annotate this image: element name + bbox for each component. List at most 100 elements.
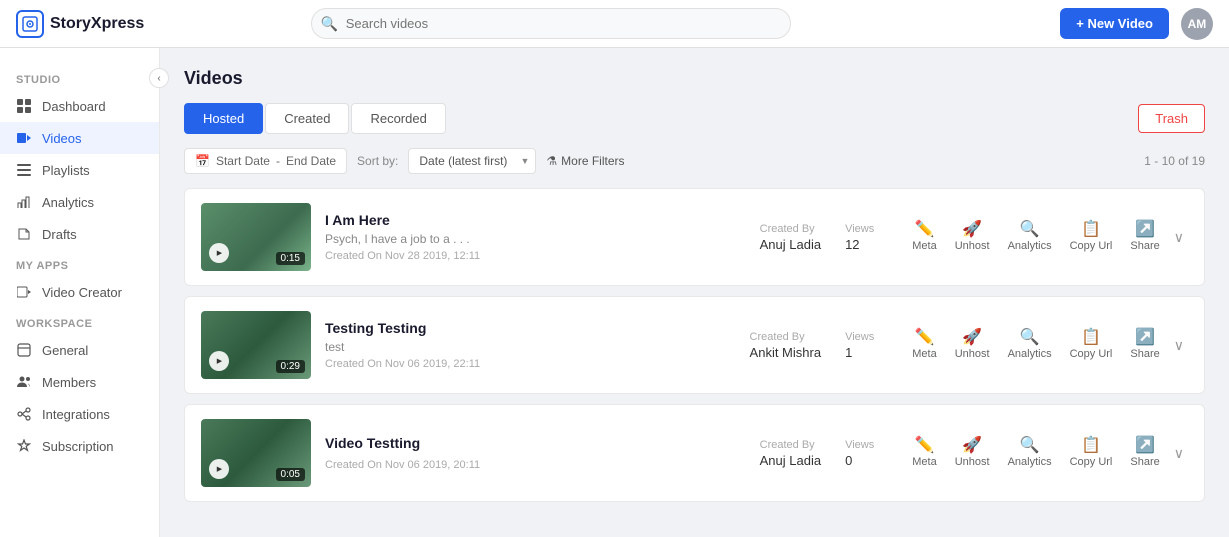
sidebar-dashboard-label: Dashboard [42, 99, 106, 114]
views-value: 0 [845, 453, 874, 468]
more-filters-button[interactable]: ⚗ More Filters [546, 154, 624, 168]
expand-button[interactable]: ∨ [1170, 225, 1188, 250]
sidebar-playlists-label: Playlists [42, 163, 90, 178]
sidebar-section-workspace: Workspace [0, 308, 159, 334]
play-button[interactable] [209, 351, 229, 371]
topnav-right: + New Video AM [1060, 8, 1213, 40]
views-value: 12 [845, 237, 874, 252]
video-card: 0:05 Video Testting Created On Nov 06 20… [184, 404, 1205, 502]
sidebar-subscription-label: Subscription [42, 439, 114, 454]
share-label: Share [1130, 456, 1159, 468]
search-icon: 🔍 [321, 15, 338, 32]
analytics-icon [16, 194, 32, 210]
unhost-button[interactable]: 🚀 Unhost [947, 434, 998, 472]
grid-icon [16, 98, 32, 114]
members-icon [16, 374, 32, 390]
unhost-button[interactable]: 🚀 Unhost [947, 218, 998, 256]
play-button[interactable] [209, 243, 229, 263]
expand-button[interactable]: ∨ [1170, 441, 1188, 466]
creator-icon [16, 284, 32, 300]
calendar-icon: 📅 [195, 154, 210, 168]
expand-button[interactable]: ∨ [1170, 333, 1188, 358]
video-created-date: Created On Nov 06 2019, 20:11 [325, 459, 726, 471]
trash-button[interactable]: Trash [1138, 104, 1205, 133]
analytics-btn-icon: 🔍 [1020, 222, 1040, 238]
unhost-label: Unhost [955, 348, 990, 360]
share-label: Share [1130, 240, 1159, 252]
sidebar-item-integrations[interactable]: Integrations [0, 398, 159, 430]
share-icon: ↗️ [1135, 330, 1155, 346]
search-input[interactable] [311, 8, 791, 39]
layout: ‹ Studio Dashboard Videos Playlists Anal… [0, 48, 1229, 537]
analytics-button[interactable]: 🔍 Analytics [1000, 434, 1060, 472]
sidebar-item-analytics[interactable]: Analytics [0, 186, 159, 218]
tab-created[interactable]: Created [265, 103, 349, 134]
sidebar-item-playlists[interactable]: Playlists [0, 154, 159, 186]
sidebar-analytics-label: Analytics [42, 195, 94, 210]
unhost-icon: 🚀 [962, 330, 982, 346]
analytics-label: Analytics [1008, 348, 1052, 360]
unhost-label: Unhost [955, 240, 990, 252]
sidebar-item-videos[interactable]: Videos [0, 122, 159, 154]
stat-created-by: Created By Ankit Mishra [750, 331, 822, 360]
new-video-button[interactable]: + New Video [1060, 8, 1169, 39]
unhost-label: Unhost [955, 456, 990, 468]
analytics-button[interactable]: 🔍 Analytics [1000, 326, 1060, 364]
page-title: Videos [184, 68, 1205, 89]
video-title: Video Testting [325, 435, 726, 451]
share-button[interactable]: ↗️ Share [1122, 434, 1167, 472]
unhost-button[interactable]: 🚀 Unhost [947, 326, 998, 364]
views-label: Views [845, 223, 874, 235]
created-by-label: Created By [750, 331, 822, 343]
sidebar-item-members[interactable]: Members [0, 366, 159, 398]
sidebar-item-general[interactable]: General [0, 334, 159, 366]
created-by-value: Anuj Ladia [760, 453, 821, 468]
video-description: test [325, 340, 585, 354]
sidebar-item-video-creator[interactable]: Video Creator [0, 276, 159, 308]
sidebar-item-drafts[interactable]: Drafts [0, 218, 159, 250]
share-icon: ↗️ [1135, 438, 1155, 454]
sidebar-collapse-button[interactable]: ‹ [149, 68, 169, 88]
copy-url-button[interactable]: 📋 Copy Url [1062, 326, 1121, 364]
sidebar-videos-label: Videos [42, 131, 82, 146]
sidebar-members-label: Members [42, 375, 96, 390]
meta-label: Meta [912, 348, 936, 360]
tab-recorded[interactable]: Recorded [351, 103, 445, 134]
video-info: Testing Testing test Created On Nov 06 2… [325, 320, 716, 370]
video-card: 0:15 I Am Here Psych, I have a job to a … [184, 188, 1205, 286]
video-card: 0:29 Testing Testing test Created On Nov… [184, 296, 1205, 394]
play-button[interactable] [209, 459, 229, 479]
sort-select[interactable]: Date (latest first) Date (oldest first) … [408, 148, 536, 174]
tab-hosted[interactable]: Hosted [184, 103, 263, 134]
share-button[interactable]: ↗️ Share [1122, 218, 1167, 256]
date-range-picker[interactable]: 📅 Start Date - End Date [184, 148, 347, 174]
analytics-label: Analytics [1008, 240, 1052, 252]
copy-url-button[interactable]: 📋 Copy Url [1062, 434, 1121, 472]
analytics-btn-icon: 🔍 [1020, 438, 1040, 454]
analytics-label: Analytics [1008, 456, 1052, 468]
drafts-icon [16, 226, 32, 242]
video-duration: 0:15 [276, 252, 305, 265]
share-button[interactable]: ↗️ Share [1122, 326, 1167, 364]
more-filters-label: More Filters [561, 154, 624, 168]
video-stats: Created By Ankit Mishra Views 1 [750, 331, 875, 360]
sidebar-item-dashboard[interactable]: Dashboard [0, 90, 159, 122]
copy-url-button[interactable]: 📋 Copy Url [1062, 218, 1121, 256]
video-actions: ✏️ Meta 🚀 Unhost 🔍 Analytics 📋 Copy Url … [904, 326, 1188, 364]
meta-button[interactable]: ✏️ Meta [904, 218, 944, 256]
tabs-row: Hosted Created Recorded Trash [184, 103, 1205, 134]
video-actions: ✏️ Meta 🚀 Unhost 🔍 Analytics 📋 Copy Url … [904, 218, 1188, 256]
logo-icon [16, 10, 44, 38]
video-duration: 0:29 [276, 360, 305, 373]
main-content: Videos Hosted Created Recorded Trash 📅 S… [160, 48, 1229, 537]
stat-views: Views 12 [845, 223, 874, 252]
share-label: Share [1130, 348, 1159, 360]
meta-button[interactable]: ✏️ Meta [904, 434, 944, 472]
analytics-button[interactable]: 🔍 Analytics [1000, 218, 1060, 256]
created-by-label: Created By [760, 439, 821, 451]
video-created-date: Created On Nov 06 2019, 22:11 [325, 358, 716, 370]
sidebar-section-myapps: My Apps [0, 250, 159, 276]
sidebar-item-subscription[interactable]: Subscription [0, 430, 159, 462]
views-label: Views [845, 331, 874, 343]
meta-button[interactable]: ✏️ Meta [904, 326, 944, 364]
